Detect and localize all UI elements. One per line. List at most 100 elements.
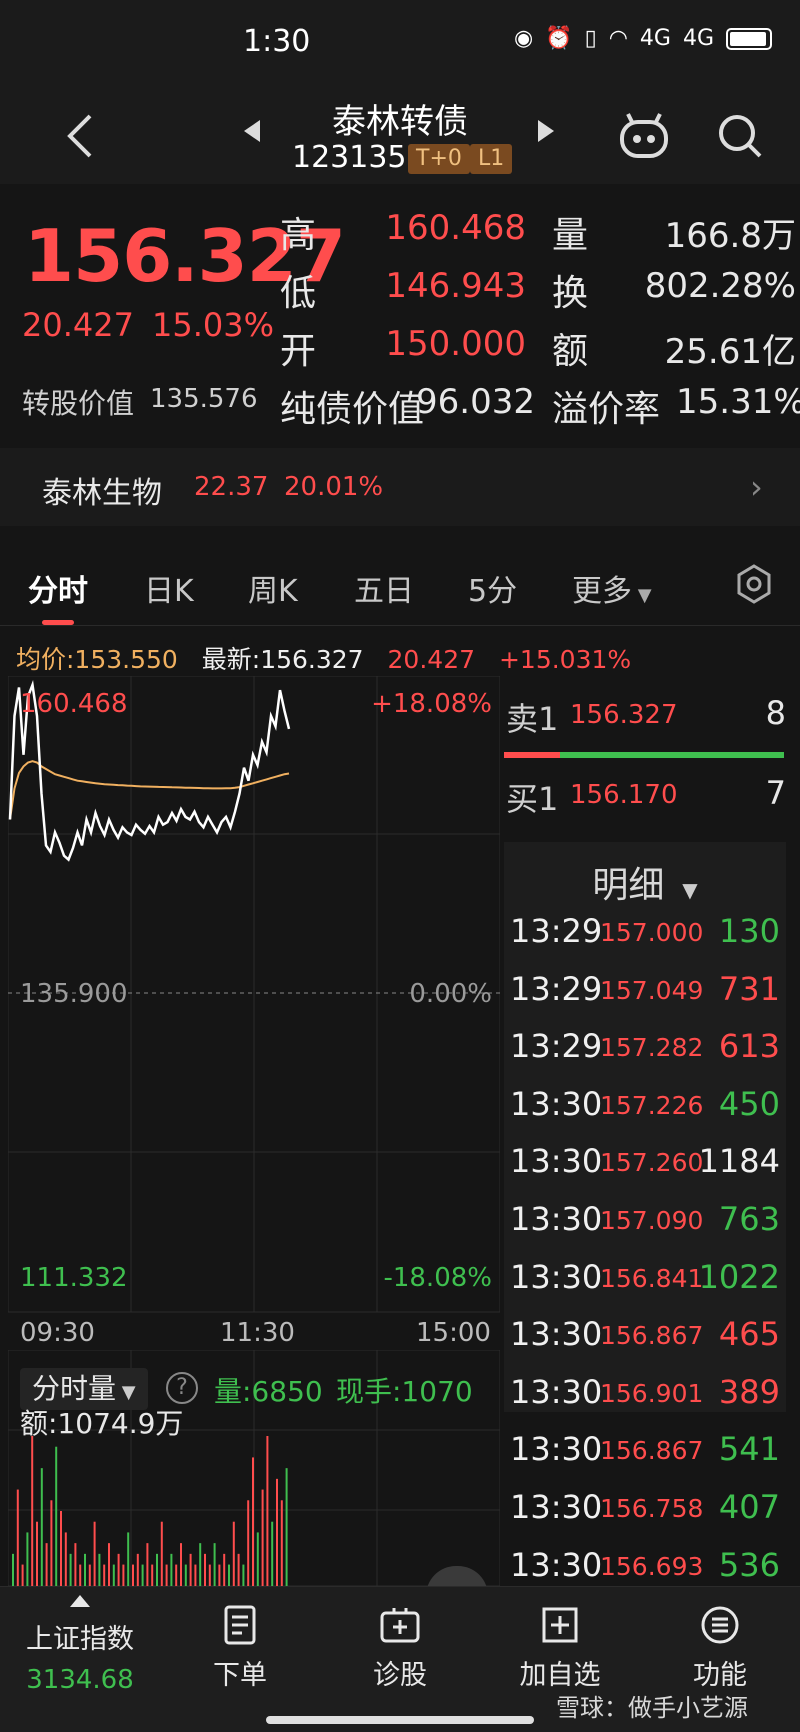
t0-badge: T+0 (408, 144, 470, 174)
trade-volume: 1184 (698, 1142, 780, 1181)
cell-signal-2-icon: 4G (682, 26, 714, 51)
volume-bar (156, 1553, 158, 1586)
trade-volume: 541 (718, 1430, 780, 1469)
volume-bar (160, 1521, 163, 1586)
latest-pct-text: +15.031% (498, 645, 632, 674)
volume-bar (84, 1553, 86, 1586)
nav-order[interactable]: 下单 (160, 1587, 320, 1732)
l1-badge[interactable]: L1 (470, 144, 513, 174)
trade-detail-row: 13:30 157.090 763 (510, 1194, 786, 1251)
volume-bar (88, 1564, 91, 1586)
volume-bar (117, 1553, 120, 1586)
robot-icon (620, 113, 668, 158)
trade-volume: 130 (718, 912, 780, 950)
volume-bar (31, 1436, 34, 1586)
trade-detail-panel[interactable]: 明细 ▼ 13:29 157.000 130 13:29 157.049 731 13:29… (504, 842, 786, 1584)
status-bar: 1:30 ◉ ⏰ ▯ ◠ 4G 4G (0, 0, 800, 88)
volume-bar (21, 1564, 24, 1586)
conversion-value: 135.576 (150, 384, 258, 414)
caret-down-icon: ▼ (675, 878, 698, 902)
tab-more[interactable]: 更多 ▼ (572, 566, 652, 610)
volume-qty: 量:6850 (214, 1375, 323, 1408)
search-button[interactable] (712, 108, 768, 164)
intraday-chart[interactable]: 160.468 +18.08% 135.900 0.00% 111.332 -1… (8, 676, 500, 1314)
underlying-stock-row[interactable]: 泰林生物 22.37 20.01% › (0, 448, 800, 526)
volume-value: 166.8万 (664, 216, 796, 256)
open-value: 150.000 (385, 324, 526, 364)
volume-bar (98, 1553, 101, 1586)
intraday-info-line: 均价:153.550 最新:156.327 20.427 +15.031% (16, 640, 647, 676)
bid-1-volume: 7 (765, 774, 786, 812)
volume-bar (208, 1564, 211, 1586)
trade-volume: 389 (718, 1372, 780, 1411)
ask-1-row[interactable]: 卖1 156.327 8 (506, 694, 786, 744)
volume-bar (175, 1564, 178, 1586)
volume-bar (261, 1489, 264, 1586)
volume-bar (64, 1532, 67, 1586)
volume-bar (108, 1543, 110, 1586)
trade-detail-row: 13:30 156.901 389 (510, 1367, 786, 1424)
low-value: 146.943 (385, 266, 526, 306)
volume-bar (93, 1521, 96, 1586)
trade-time: 13:30 (510, 1488, 603, 1526)
bid-1-label: 买1 (506, 780, 559, 818)
trade-time: 13:30 (510, 1545, 603, 1584)
tab-five-day[interactable]: 五日 (354, 566, 414, 610)
volume-bar (136, 1553, 139, 1586)
notification-icon: ◉ (513, 26, 534, 51)
help-icon[interactable]: ? (166, 1372, 198, 1404)
robot-assistant-button[interactable] (616, 108, 672, 164)
volume-bar (12, 1553, 14, 1586)
volume-bar (204, 1553, 206, 1586)
trade-volume: 536 (718, 1545, 780, 1584)
trade-time: 13:29 (510, 969, 603, 1008)
trade-price: 157.282 (600, 1033, 704, 1063)
volume-bar (45, 1543, 48, 1586)
volume-bar (242, 1564, 245, 1586)
nav-index[interactable]: 上证指数 3134.68 (0, 1587, 160, 1732)
index-name: 上证指数 (26, 1624, 134, 1655)
trade-time: 13:30 (510, 1142, 603, 1181)
ask-1-volume: 8 (765, 694, 786, 732)
ask-1-price: 156.327 (570, 700, 678, 730)
trade-price: 156.693 (600, 1551, 704, 1581)
volume-bar (132, 1564, 134, 1586)
volume-bar (36, 1521, 38, 1586)
prev-stock-button[interactable] (242, 118, 262, 148)
tab-five-min[interactable]: 5分 (468, 566, 517, 610)
trade-detail-title[interactable]: 明细 ▼ (504, 856, 786, 908)
order-form-icon (224, 1605, 256, 1645)
high-value: 160.468 (385, 208, 526, 248)
trade-price: 157.049 (600, 975, 704, 1005)
volume-bar (103, 1564, 106, 1586)
bid-1-row[interactable]: 买1 156.170 7 (506, 774, 786, 824)
trade-price: 157.000 (600, 918, 704, 947)
latest-price-text: 最新:156.327 (201, 645, 364, 674)
open-label: 开 (280, 331, 317, 372)
next-stock-button[interactable] (536, 118, 556, 148)
volume-bar (40, 1468, 43, 1586)
volume-bars (12, 1436, 288, 1586)
trade-detail-row: 13:29 157.282 613 (510, 1021, 786, 1078)
volume-bar (271, 1521, 274, 1586)
volume-bar (189, 1553, 192, 1586)
chart-settings-button[interactable] (730, 560, 778, 608)
trade-time: 13:30 (510, 1430, 603, 1469)
home-indicator[interactable] (266, 1716, 534, 1724)
gear-icon (737, 564, 771, 604)
status-icons: ◉ ⏰ ▯ ◠ 4G 4G (514, 26, 772, 51)
pct-min-label: -18.08% (383, 1263, 492, 1293)
nav-diagnose[interactable]: 诊股 (320, 1587, 480, 1732)
tab-intraday[interactable]: 分时 (28, 566, 88, 610)
stock-name: 泰林转债 (332, 102, 468, 142)
trade-detail-row: 13:30 156.841 1022 (510, 1252, 786, 1309)
trade-price: 156.758 (600, 1494, 704, 1523)
volume-bar (112, 1564, 115, 1586)
trade-price: 157.226 (600, 1090, 704, 1120)
trade-detail-row: 13:29 157.049 731 (510, 964, 786, 1021)
trade-price: 156.901 (600, 1378, 704, 1408)
y-min-label: 111.332 (20, 1263, 128, 1293)
bond-value: 96.032 (416, 382, 535, 422)
tab-weekly-k[interactable]: 周K (248, 566, 298, 610)
tab-daily-k[interactable]: 日K (144, 566, 194, 610)
